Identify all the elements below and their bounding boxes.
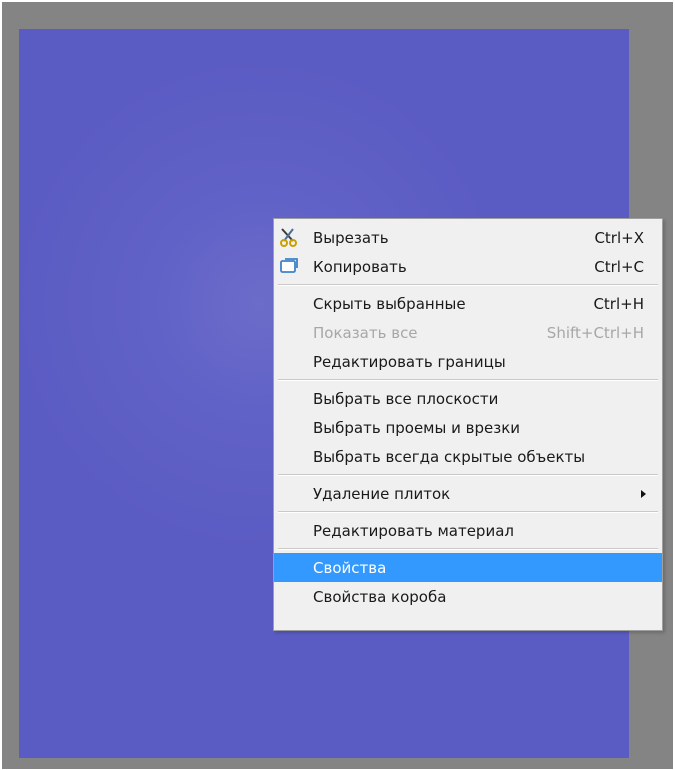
- shortcut-label: Shift+Ctrl+H: [546, 323, 644, 342]
- menu-item-delete-tiles[interactable]: Удаление плиток: [274, 479, 662, 508]
- shortcut-label: Ctrl+X: [594, 228, 644, 247]
- menu-item-cut[interactable]: Вырезать Ctrl+X: [274, 223, 662, 252]
- menu-item-label: Свойства: [313, 558, 387, 577]
- menu-item-label: Вырезать: [313, 228, 389, 247]
- menu-separator: [274, 471, 662, 479]
- shortcut-label: Ctrl+H: [593, 294, 644, 313]
- shortcut-label: Ctrl+C: [594, 257, 644, 276]
- menu-separator: [274, 545, 662, 553]
- menu-item-label: Редактировать материал: [313, 521, 514, 540]
- menu-item-label: Показать все: [313, 323, 418, 342]
- menu-item-edit-boundaries[interactable]: Редактировать границы: [274, 347, 662, 376]
- menu-item-properties[interactable]: Свойства: [274, 553, 662, 582]
- menu-item-label: Выбрать все плоскости: [313, 389, 499, 408]
- copy-icon: [278, 256, 300, 276]
- menu-item-label: Редактировать границы: [313, 352, 506, 371]
- menu-item-edit-material[interactable]: Редактировать материал: [274, 516, 662, 545]
- menu-item-select-openings[interactable]: Выбрать проемы и врезки: [274, 413, 662, 442]
- menu-item-hide-selected[interactable]: Скрыть выбранные Ctrl+H: [274, 289, 662, 318]
- menu-item-label: Скрыть выбранные: [313, 294, 466, 313]
- menu-item-label: Копировать: [313, 257, 407, 276]
- menu-separator: [274, 508, 662, 516]
- menu-item-box-properties[interactable]: Свойства короба: [274, 582, 662, 611]
- menu-item-label: Выбрать всегда скрытые объекты: [313, 447, 586, 466]
- menu-item-select-hidden-objects[interactable]: Выбрать всегда скрытые объекты: [274, 442, 662, 471]
- menu-item-label: Свойства короба: [313, 587, 447, 606]
- menu-item-show-all: Показать все Shift+Ctrl+H: [274, 318, 662, 347]
- scissors-icon: [278, 227, 300, 247]
- submenu-arrow-icon: [641, 489, 646, 498]
- menu-separator: [274, 376, 662, 384]
- menu-item-label: Выбрать проемы и врезки: [313, 418, 520, 437]
- context-menu: Вырезать Ctrl+X Копировать Ctrl+C Скрыть…: [273, 218, 663, 631]
- menu-separator: [274, 281, 662, 289]
- menu-item-label: Удаление плиток: [313, 484, 451, 503]
- menu-item-select-all-planes[interactable]: Выбрать все плоскости: [274, 384, 662, 413]
- menu-item-copy[interactable]: Копировать Ctrl+C: [274, 252, 662, 281]
